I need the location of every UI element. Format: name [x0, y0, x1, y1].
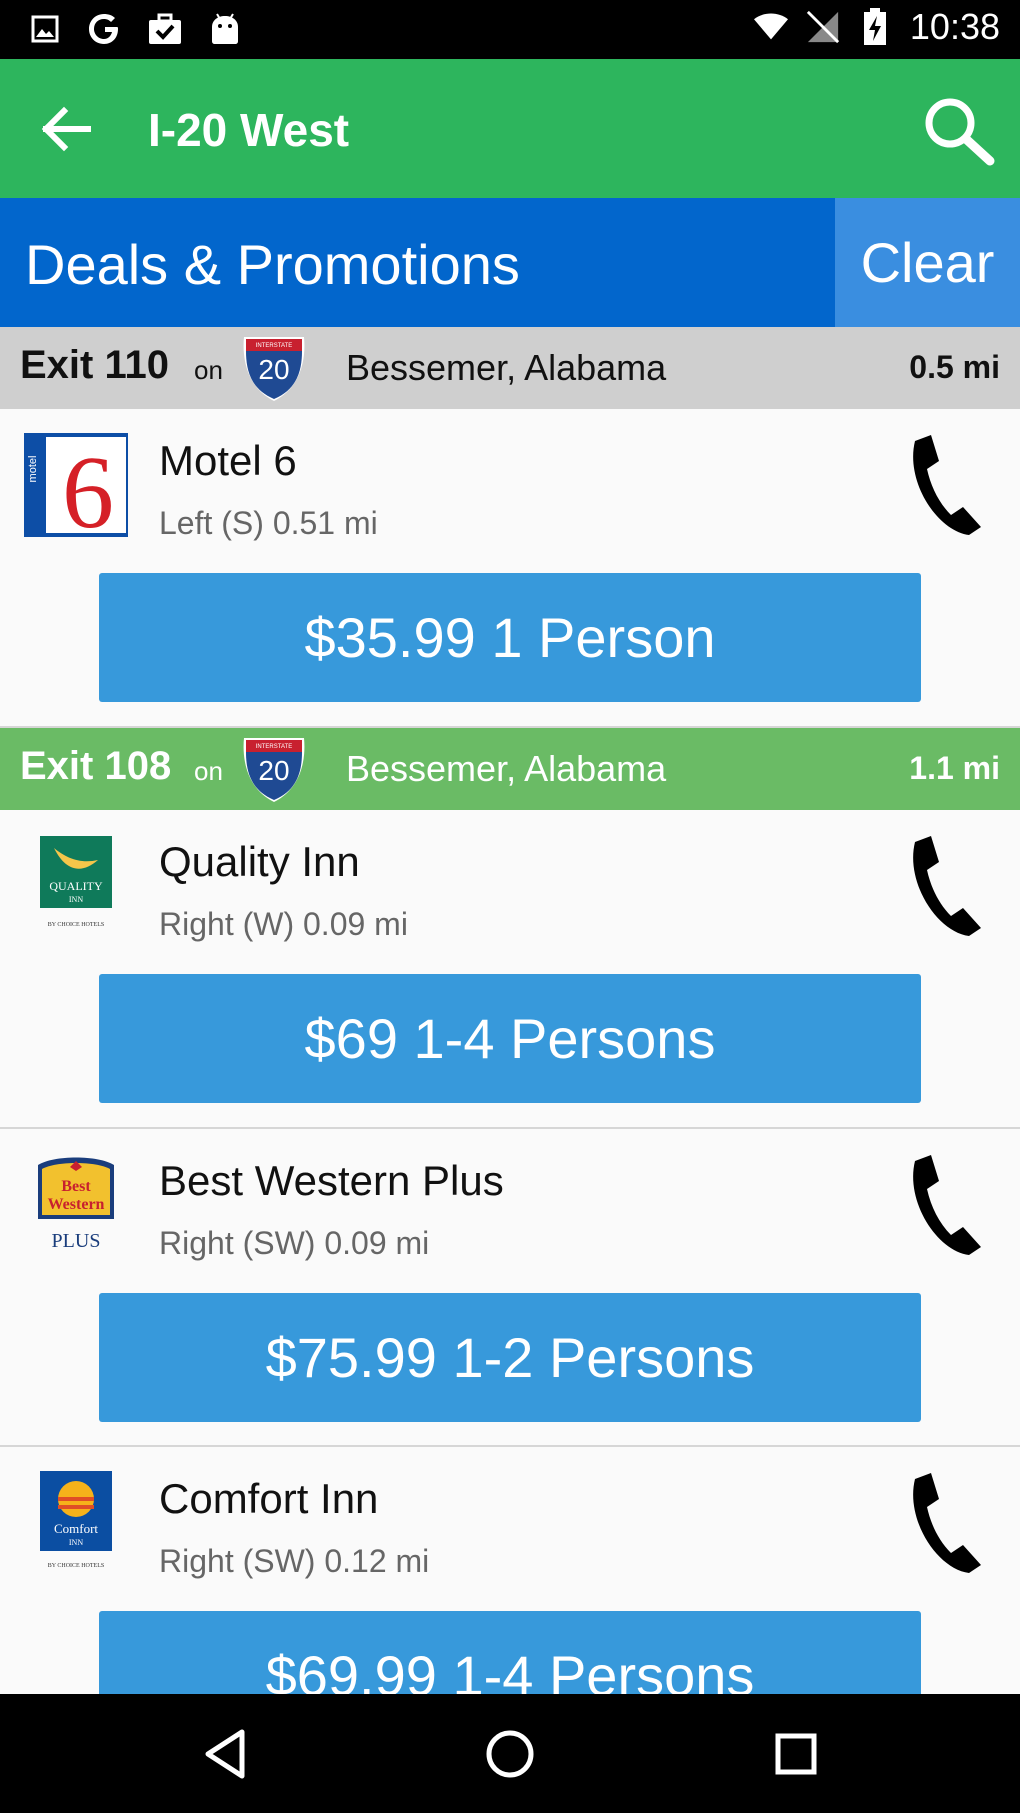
- android-icon: [208, 10, 242, 48]
- list-item[interactable]: 6 motel Motel 6 Left (S) 0.51 mi $35.99 …: [0, 409, 1020, 728]
- wifi-icon: [753, 8, 788, 46]
- deals-title: Deals & Promotions: [25, 233, 520, 296]
- svg-text:Western: Western: [48, 1196, 105, 1213]
- phone-icon[interactable]: [905, 834, 985, 944]
- page-title: I-20 West: [148, 104, 350, 156]
- shield-number: 20: [258, 354, 289, 385]
- deal-button[interactable]: $75.99 1-2 Persons: [99, 1293, 921, 1422]
- app-bar: I-20 West: [0, 59, 1020, 198]
- on-label: on: [194, 756, 223, 786]
- hotel-name: Motel 6: [159, 437, 297, 484]
- svg-text:INN: INN: [69, 895, 83, 904]
- search-icon[interactable]: [922, 95, 996, 167]
- list-item[interactable]: Best Western PLUS Best Western Plus Righ…: [0, 1129, 1020, 1447]
- shield-banner: INTERSTATE: [256, 744, 292, 750]
- svg-text:Comfort: Comfort: [54, 1521, 98, 1536]
- svg-text:BY CHOICE HOTELS: BY CHOICE HOTELS: [48, 922, 104, 928]
- status-clock: 10:38: [909, 6, 1000, 47]
- arrow-back-icon[interactable]: [40, 103, 100, 155]
- recents-square-icon[interactable]: [766, 1724, 826, 1784]
- hotel-name: Comfort Inn: [159, 1475, 379, 1522]
- list-item[interactable]: QUALITY INN BY CHOICE HOTELS Quality Inn…: [0, 810, 1020, 1129]
- home-circle-icon[interactable]: [480, 1724, 540, 1784]
- phone-icon[interactable]: [905, 1153, 985, 1263]
- deals-header: Deals & Promotions Clear: [0, 198, 1020, 327]
- svg-text:QUALITY: QUALITY: [49, 879, 103, 893]
- briefcase-check-icon: [148, 10, 182, 48]
- clear-button[interactable]: Clear: [835, 198, 1020, 327]
- exit-distance: 1.1 mi: [909, 750, 1000, 786]
- hotel-name: Best Western Plus: [159, 1157, 504, 1204]
- hotel-direction: Right (SW) 0.12 mi: [159, 1543, 430, 1579]
- best-western-plus-logo: Best Western PLUS: [24, 1153, 134, 1263]
- interstate-shield-icon: INTERSTATE 20: [240, 736, 308, 804]
- svg-text:Best: Best: [61, 1178, 91, 1195]
- exit-number: Exit 110: [20, 343, 170, 387]
- motel6-logo: 6 motel: [24, 433, 134, 550]
- interstate-shield-icon: INTERSTATE 20: [240, 335, 308, 403]
- hotel-direction: Left (S) 0.51 mi: [159, 505, 378, 541]
- phone-icon[interactable]: [905, 433, 985, 543]
- exit-distance: 0.5 mi: [909, 349, 1000, 385]
- image-icon: [28, 10, 62, 48]
- back-triangle-icon[interactable]: [196, 1724, 256, 1784]
- exit-header: Exit 108 on INTERSTATE 20 Bessemer, Alab…: [0, 728, 1020, 810]
- svg-text:BY CHOICE HOTELS: BY CHOICE HOTELS: [48, 1563, 104, 1569]
- phone-icon[interactable]: [905, 1471, 985, 1581]
- shield-number: 20: [258, 755, 289, 786]
- google-icon: [88, 10, 122, 48]
- quality-inn-logo: QUALITY INN BY CHOICE HOTELS: [24, 834, 134, 944]
- exit-city: Bessemer, Alabama: [346, 748, 667, 789]
- no-signal-icon: [806, 8, 840, 46]
- svg-text:6: 6: [62, 435, 114, 537]
- system-nav-bar: [0, 1694, 1020, 1813]
- battery-charging-icon: [858, 8, 892, 46]
- exit-number: Exit 108: [20, 744, 172, 788]
- svg-text:INN: INN: [69, 1538, 83, 1547]
- svg-text:PLUS: PLUS: [52, 1230, 101, 1252]
- svg-text:motel: motel: [27, 456, 39, 483]
- exit-header: Exit 110 on INTERSTATE 20 Bessemer, Alab…: [0, 327, 1020, 409]
- hotel-direction: Right (W) 0.09 mi: [159, 906, 408, 942]
- exit-city: Bessemer, Alabama: [346, 347, 667, 388]
- hotel-direction: Right (SW) 0.09 mi: [159, 1225, 430, 1261]
- on-label: on: [194, 355, 223, 385]
- status-bar: 10:38: [0, 0, 1020, 59]
- deal-button[interactable]: $35.99 1 Person: [99, 573, 921, 702]
- hotel-name: Quality Inn: [159, 838, 360, 885]
- shield-banner: INTERSTATE: [256, 343, 292, 349]
- deal-button[interactable]: $69 1-4 Persons: [99, 974, 921, 1103]
- comfort-inn-logo: Comfort INN BY CHOICE HOTELS: [24, 1471, 134, 1581]
